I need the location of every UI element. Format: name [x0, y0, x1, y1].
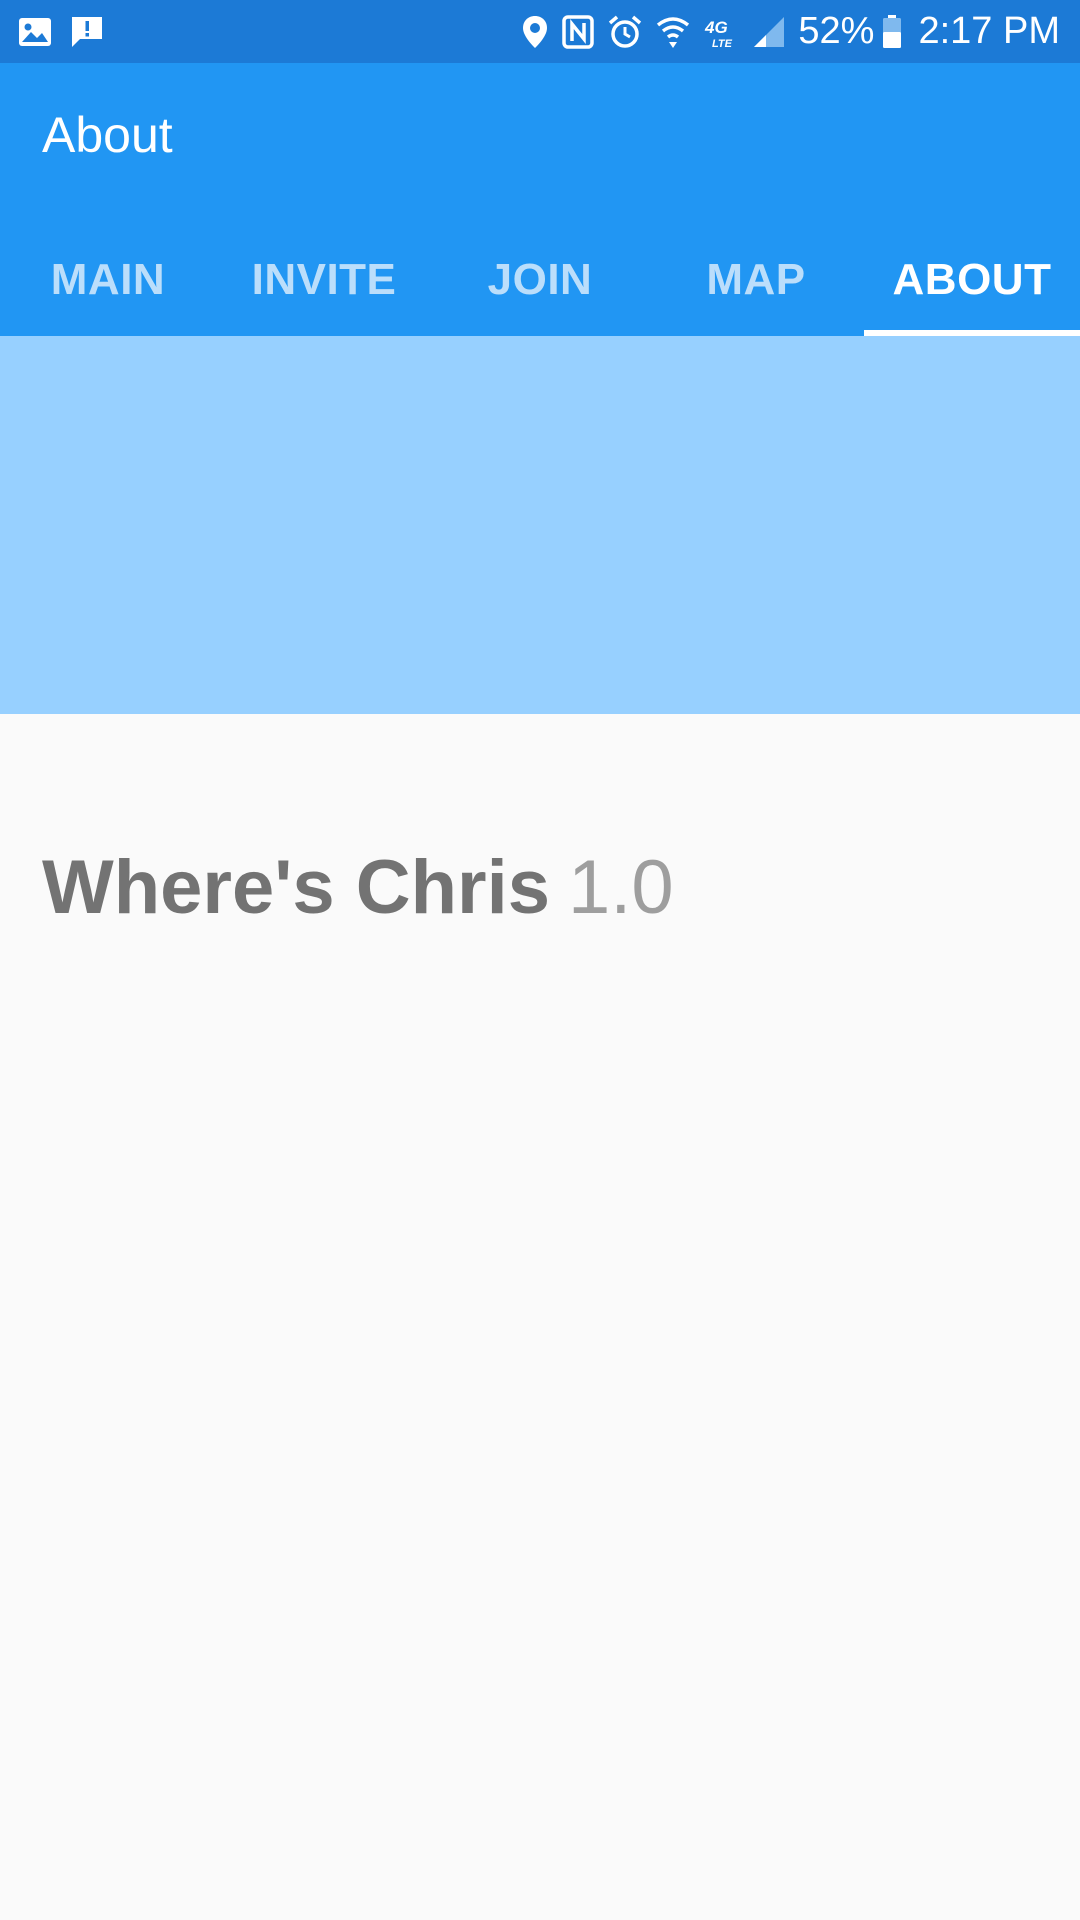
app-version: 1.0: [568, 845, 674, 930]
tab-main-label: MAIN: [50, 254, 166, 304]
wifi-icon: [656, 15, 690, 49]
tab-about-label: ABOUT: [892, 254, 1052, 304]
gallery-icon: [18, 17, 52, 47]
tab-join[interactable]: JOIN: [432, 243, 648, 336]
svg-text:LTE: LTE: [712, 38, 733, 49]
tab-map-label: MAP: [706, 254, 806, 304]
tab-about[interactable]: ABOUT: [864, 243, 1080, 336]
nfc-icon: [562, 14, 595, 49]
tab-join-label: JOIN: [487, 254, 593, 304]
tab-invite[interactable]: INVITE: [216, 243, 432, 336]
app-name-version: Where's Chris 1.0: [42, 850, 674, 926]
tab-bar: MAIN INVITE JOIN MAP ABOUT: [0, 243, 1080, 336]
location-icon: [522, 15, 548, 49]
tab-map[interactable]: MAP: [648, 243, 864, 336]
battery-percent: 52%: [798, 10, 875, 52]
status-right-icons: 4G LTE 52% 2:17 PM: [508, 10, 1060, 53]
signal-icon: [752, 15, 786, 49]
battery-icon: [882, 14, 902, 49]
lte-icon: 4G LTE: [704, 15, 738, 49]
page-title: About: [42, 107, 173, 163]
status-bar: 4G LTE 52% 2:17 PM: [0, 0, 1080, 63]
tab-invite-label: INVITE: [251, 254, 397, 304]
status-left-icons: [18, 15, 122, 49]
app-name: Where's Chris: [42, 845, 550, 930]
alarm-icon: [608, 15, 642, 49]
status-time: 2:17 PM: [918, 10, 1060, 52]
tab-main[interactable]: MAIN: [0, 243, 216, 336]
app-bar: About MAIN INVITE JOIN MAP ABOUT: [0, 63, 1080, 336]
message-alert-icon: [70, 15, 104, 49]
network-label: 4G: [704, 18, 728, 37]
header-banner: [0, 336, 1080, 714]
